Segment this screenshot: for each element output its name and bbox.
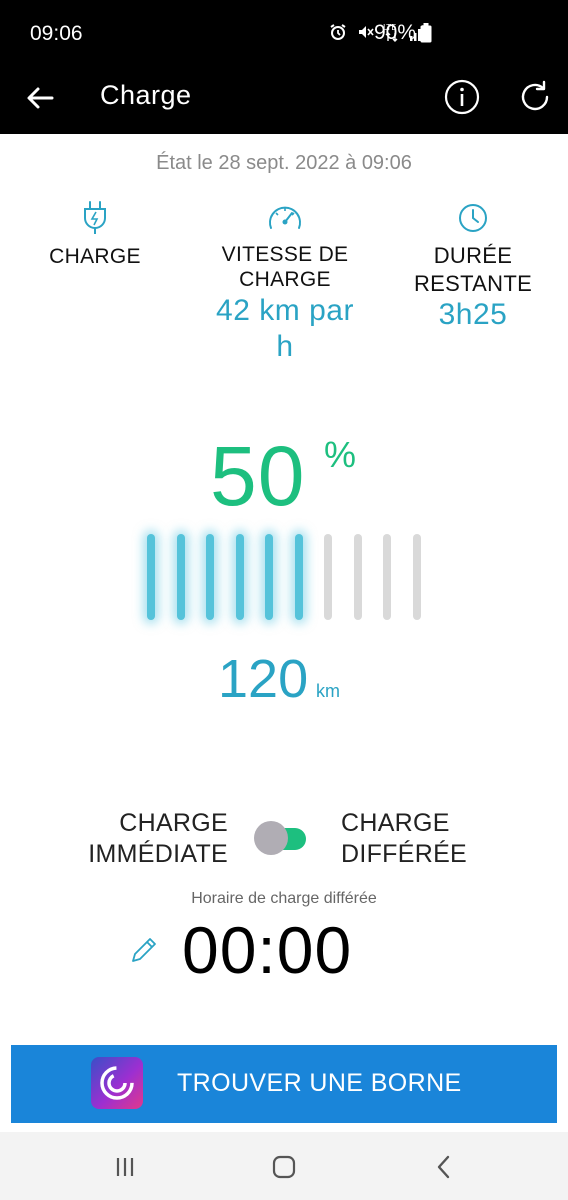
battery-bar-filled [177,534,185,620]
range-unit: km [316,681,340,701]
mode-immediate-line-2: IMMÉDIATE [88,840,228,868]
range-value: 120 [218,649,309,709]
battery-bar-filled [265,534,273,620]
speedometer-icon [269,206,301,229]
mode-deferred-label: CHARGE DIFFÉRÉE [341,808,521,870]
battery-bar-filled [236,534,244,620]
stat-charging-speed: VITESSE DE CHARGE 42 km par h [196,200,374,364]
battery-status: 90% [374,21,432,45]
alarm-icon [330,24,346,40]
state-timestamp: État le 28 sept. 2022 à 09:06 [156,152,412,174]
mute-icon [359,26,374,38]
charging-network-logo [91,1057,143,1109]
battery-bar-empty [383,534,391,620]
app-bar: Charge [0,66,568,134]
stat-speed-label-2: CHARGE [239,268,331,291]
info-icon[interactable] [443,78,481,116]
back-chevron-icon[interactable] [427,1150,461,1184]
charge-mode-toggle[interactable] [254,820,308,856]
status-time: 09:06 [30,22,83,45]
battery-percent: 90% [374,21,417,44]
stat-speed-label-1: VITESSE DE [221,243,349,266]
mode-deferred-line-1: CHARGE [341,809,450,837]
battery-bar-filled [295,534,303,620]
battery-bar-filled [147,534,155,620]
mode-immediate-label: CHARGE IMMÉDIATE [60,808,228,870]
status-bar: 09:06 LTE 90% [0,0,568,66]
battery-bar-filled [206,534,214,620]
arrow-left-icon[interactable] [22,80,58,116]
toggle-thumb [254,821,288,855]
stat-remaining-time: DURÉE RESTANTE 3h25 [398,200,548,332]
stat-speed-value-1: 42 km par [216,294,354,327]
find-button-label: TROUVER UNE BORNE [177,1069,462,1097]
battery-level-bars [140,534,430,620]
find-charging-station-button[interactable]: TROUVER UNE BORNE [11,1045,557,1123]
mode-immediate-line-1: CHARGE [119,809,228,837]
battery-percent-sign: % [324,434,357,475]
stat-charge: CHARGE [30,200,160,269]
plug-icon [84,201,106,234]
clock-icon [459,204,487,232]
logo-rings-icon [100,1066,134,1100]
recent-apps-icon[interactable] [108,1150,142,1184]
schedule-label: Horaire de charge différée [191,890,377,907]
mode-deferred-line-2: DIFFÉRÉE [341,840,468,868]
stat-charge-label: CHARGE [49,245,141,268]
page-title: Charge [100,80,192,110]
stat-speed-value-2: h [276,330,294,363]
battery-bar-empty [324,534,332,620]
stat-remaining-label-2: RESTANTE [413,271,533,296]
battery-bar-empty [354,534,362,620]
schedule-time[interactable]: 00:00 [182,912,352,988]
battery-icon [420,23,432,43]
battery-percent-value: 50 [210,429,306,523]
refresh-icon[interactable] [516,78,554,116]
stat-remaining-value: 3h25 [438,298,508,331]
system-nav-bar [0,1132,568,1200]
home-icon[interactable] [267,1150,301,1184]
pencil-icon[interactable] [128,934,160,966]
stat-remaining-label-1: DURÉE [433,243,513,268]
battery-bar-empty [413,534,421,620]
